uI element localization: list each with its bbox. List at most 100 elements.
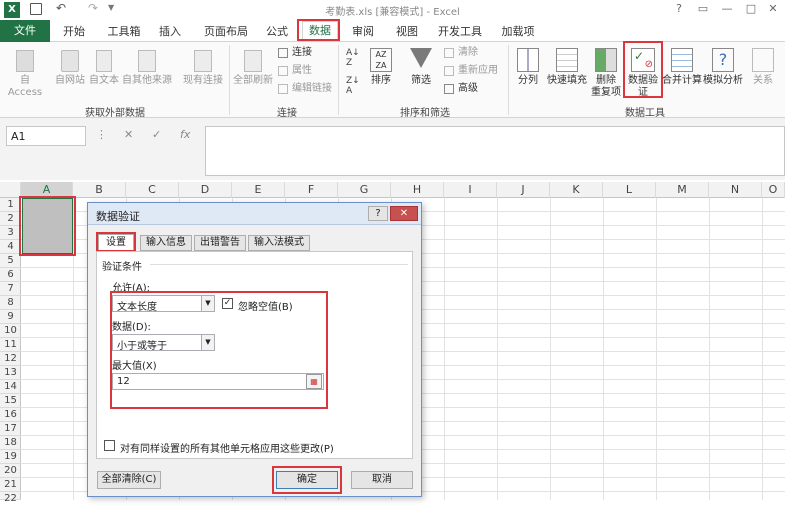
tab-input-message[interactable]: 输入信息 [140,235,192,251]
formula-input[interactable] [205,126,785,176]
row-headers: 1 2 3 4 5 6 7 8 9 10 11 12 13 14 15 16 1… [0,198,21,504]
properties-button[interactable]: 属性 [278,65,312,77]
filter-button[interactable]: 筛选 [406,48,436,87]
sort-desc-icon[interactable]: Z↓ A [346,76,360,96]
close-icon[interactable]: ✕ [766,2,780,16]
criteria-highlight [110,291,328,409]
enter-formula-icon[interactable]: ✓ [152,128,161,141]
row-header[interactable]: 19 [0,450,21,464]
minimize-icon[interactable]: — [720,2,734,16]
cancel-formula-icon[interactable]: ✕ [124,128,133,141]
from-text-button[interactable]: 自文本 [88,50,120,87]
row-header[interactable]: 2 [0,212,21,226]
column-header[interactable]: N [709,182,762,198]
row-header[interactable]: 1 [0,198,21,212]
row-header[interactable]: 21 [0,478,21,492]
row-header[interactable]: 7 [0,282,21,296]
from-web-button[interactable]: 自网站 [52,50,88,87]
from-access-button[interactable]: 自 Access [2,50,48,99]
relationships-button[interactable]: 关系 [746,48,780,87]
row-header[interactable]: 17 [0,422,21,436]
tab-error-alert[interactable]: 出错警告 [194,235,246,251]
row-header[interactable]: 9 [0,310,21,324]
what-if-analysis-button[interactable]: ? 模拟分析 [702,48,744,87]
column-header[interactable]: F [285,182,338,198]
row-header[interactable]: 14 [0,380,21,394]
column-header[interactable]: O [762,182,785,198]
column-header[interactable]: G [338,182,391,198]
existing-connections-button[interactable]: 现有连接 [180,50,226,87]
tab-review[interactable]: 审阅 [348,23,378,42]
from-other-sources-button[interactable]: 自其他来源 [120,50,174,87]
column-header[interactable]: K [550,182,603,198]
remove-duplicates-button[interactable]: 删除 重复项 [590,48,622,99]
tab-page-layout[interactable]: 页面布局 [198,23,254,42]
name-box[interactable]: A1 [6,126,86,146]
refresh-all-label: 全部刷新 [233,75,273,86]
row-header[interactable]: 20 [0,464,21,478]
sort-button[interactable]: AZ ZA 排序 [366,48,396,87]
row-header[interactable]: 22 [0,492,21,504]
column-header[interactable]: I [444,182,497,198]
row-header[interactable]: 11 [0,338,21,352]
column-header[interactable]: C [126,182,179,198]
reapply-button[interactable]: 重新应用 [444,65,498,77]
consolidate-icon [671,48,693,72]
column-header[interactable]: L [603,182,656,198]
tab-developer[interactable]: 开发工具 [436,23,484,42]
edit-links-label: 编辑链接 [292,83,332,94]
dialog-help-button[interactable]: ? [368,206,388,221]
row-header[interactable]: 4 [0,240,21,254]
row-header[interactable]: 15 [0,394,21,408]
text-to-columns-button[interactable]: 分列 [512,48,544,87]
row-header[interactable]: 10 [0,324,21,338]
column-header[interactable]: E [232,182,285,198]
maximize-icon[interactable]: □ [744,2,758,16]
cancel-button[interactable]: 取消 [351,471,413,489]
connections-button[interactable]: 连接 [278,47,312,59]
section-divider [150,264,408,265]
text-file-icon [96,50,112,72]
tab-view[interactable]: 视图 [392,23,422,42]
tab-insert[interactable]: 插入 [155,23,185,42]
column-header[interactable]: B [73,182,126,198]
tab-ime-mode[interactable]: 输入法模式 [248,235,310,251]
from-access-label: 自 Access [7,75,43,98]
tab-toolbox[interactable]: 工具箱 [104,23,144,42]
consolidate-button[interactable]: 合并计算 [662,48,702,87]
group-data-tools: 数据工具 [625,108,665,119]
column-header[interactable]: H [391,182,444,198]
tab-file[interactable]: 文件 [0,20,50,42]
row-header[interactable]: 3 [0,226,21,240]
tab-addins[interactable]: 加载项 [498,23,538,42]
ribbon-separator [508,45,509,115]
relationships-label: 关系 [753,75,773,86]
column-header[interactable]: D [179,182,232,198]
tab-formulas[interactable]: 公式 [262,23,292,42]
row-header[interactable]: 8 [0,296,21,310]
row-header[interactable]: 18 [0,436,21,450]
web-icon [61,50,79,72]
row-header[interactable]: 16 [0,408,21,422]
select-all-corner[interactable] [0,182,21,198]
ribbon-display-icon[interactable]: ▭ [696,2,710,16]
row-header[interactable]: 5 [0,254,21,268]
sort-asc-icon[interactable]: A↓ Z [346,48,360,68]
dialog-close-button[interactable]: ✕ [390,206,418,221]
help-icon[interactable]: ? [672,2,686,16]
advanced-button[interactable]: 高级 [444,83,478,95]
clear-all-button[interactable]: 全部清除(C) [97,471,161,489]
edit-links-button[interactable]: 编辑链接 [278,83,332,95]
row-header[interactable]: 13 [0,366,21,380]
column-header[interactable]: J [497,182,550,198]
sort-label: 排序 [371,75,391,86]
tab-home[interactable]: 开始 [56,23,92,42]
clear-button[interactable]: 清除 [444,47,478,59]
flash-fill-button[interactable]: 快速填充 [546,48,588,87]
insert-function-icon[interactable]: fx [180,128,190,141]
refresh-all-button[interactable]: 全部刷新 [232,50,274,87]
row-header[interactable]: 6 [0,268,21,282]
row-header[interactable]: 12 [0,352,21,366]
apply-all-checkbox[interactable] [104,440,115,451]
column-header[interactable]: M [656,182,709,198]
